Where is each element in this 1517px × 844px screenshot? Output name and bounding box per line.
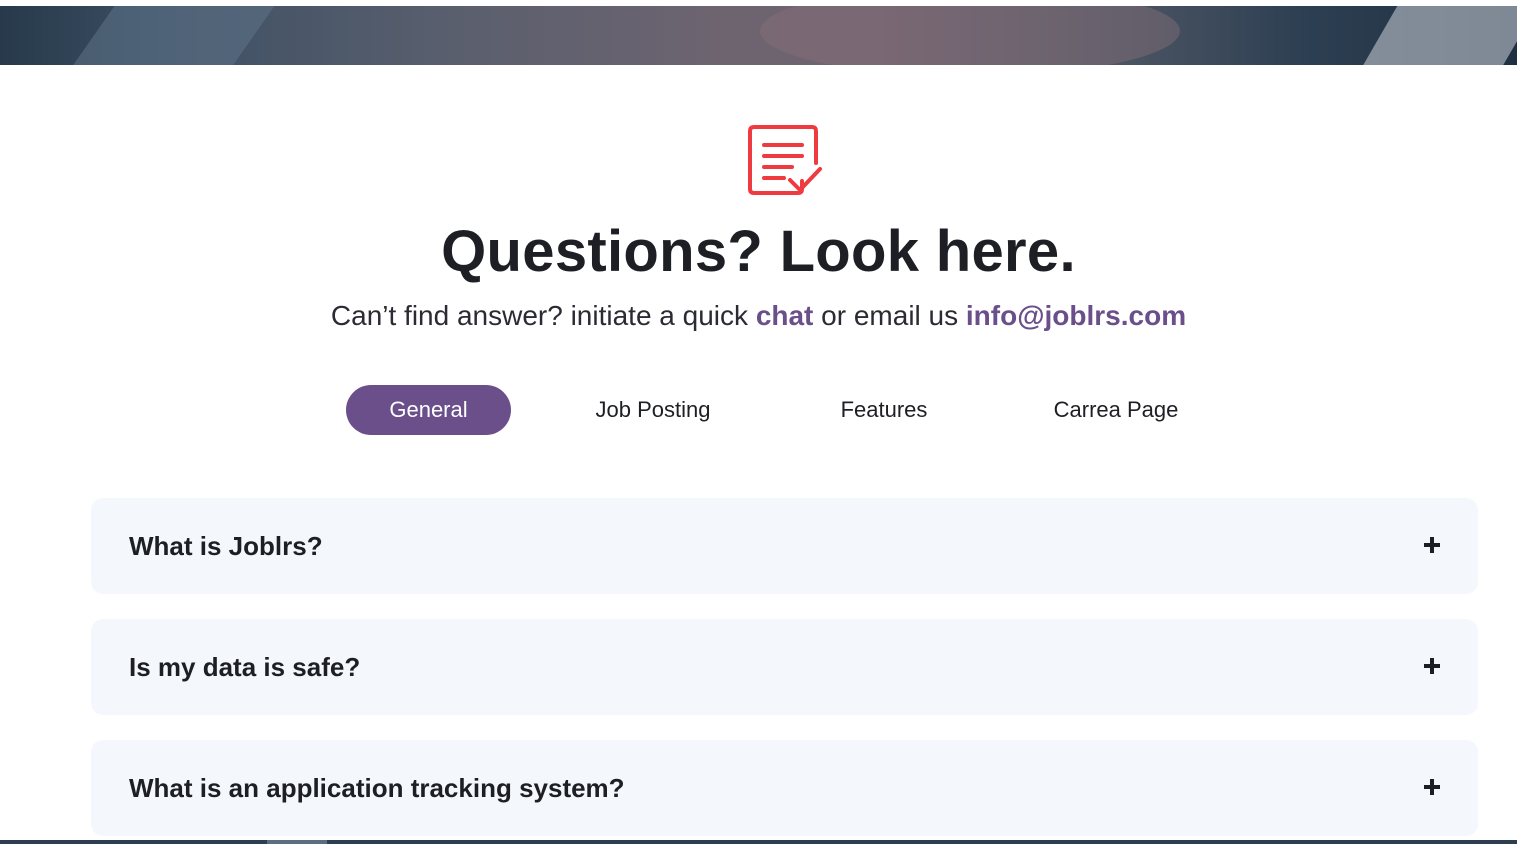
tab-features[interactable]: Features (814, 385, 954, 435)
faq-question: Is my data is safe? (129, 652, 361, 682)
subtitle-prefix: Can’t find answer? initiate a quick (330, 300, 749, 331)
faq-question: What is an application tracking system? (129, 773, 625, 803)
page-title: Questions? Look here. (441, 219, 1076, 284)
tab-job-posting[interactable]: Job Posting (568, 385, 738, 435)
faq-item-what-is-joblrs[interactable]: What is Joblrs? (91, 498, 1478, 594)
tab-general[interactable]: General (346, 385, 511, 435)
chat-link[interactable]: chat (756, 300, 814, 331)
plus-icon[interactable] (1422, 656, 1442, 676)
plus-icon[interactable] (1422, 777, 1442, 797)
bottom-bar-thumb (267, 840, 327, 844)
document-check-icon (746, 123, 824, 197)
bottom-bar (0, 840, 1517, 844)
faq-item-data-safe[interactable]: Is my data is safe? (91, 619, 1478, 715)
subtitle: Can’t find answer? initiate a quick chat… (0, 300, 1517, 332)
subtitle-middle: or email us (821, 300, 959, 331)
banner-blur-right (1362, 6, 1517, 65)
banner-blur-left (58, 6, 282, 65)
tab-carrea-page[interactable]: Carrea Page (1030, 385, 1202, 435)
email-link[interactable]: info@joblrs.com (966, 300, 1186, 331)
hero-banner-image (0, 6, 1517, 65)
faq-item-ats[interactable]: What is an application tracking system? (91, 740, 1478, 836)
faq-question: What is Joblrs? (129, 531, 323, 561)
banner-blur-center (760, 6, 1180, 65)
plus-icon[interactable] (1422, 535, 1442, 555)
